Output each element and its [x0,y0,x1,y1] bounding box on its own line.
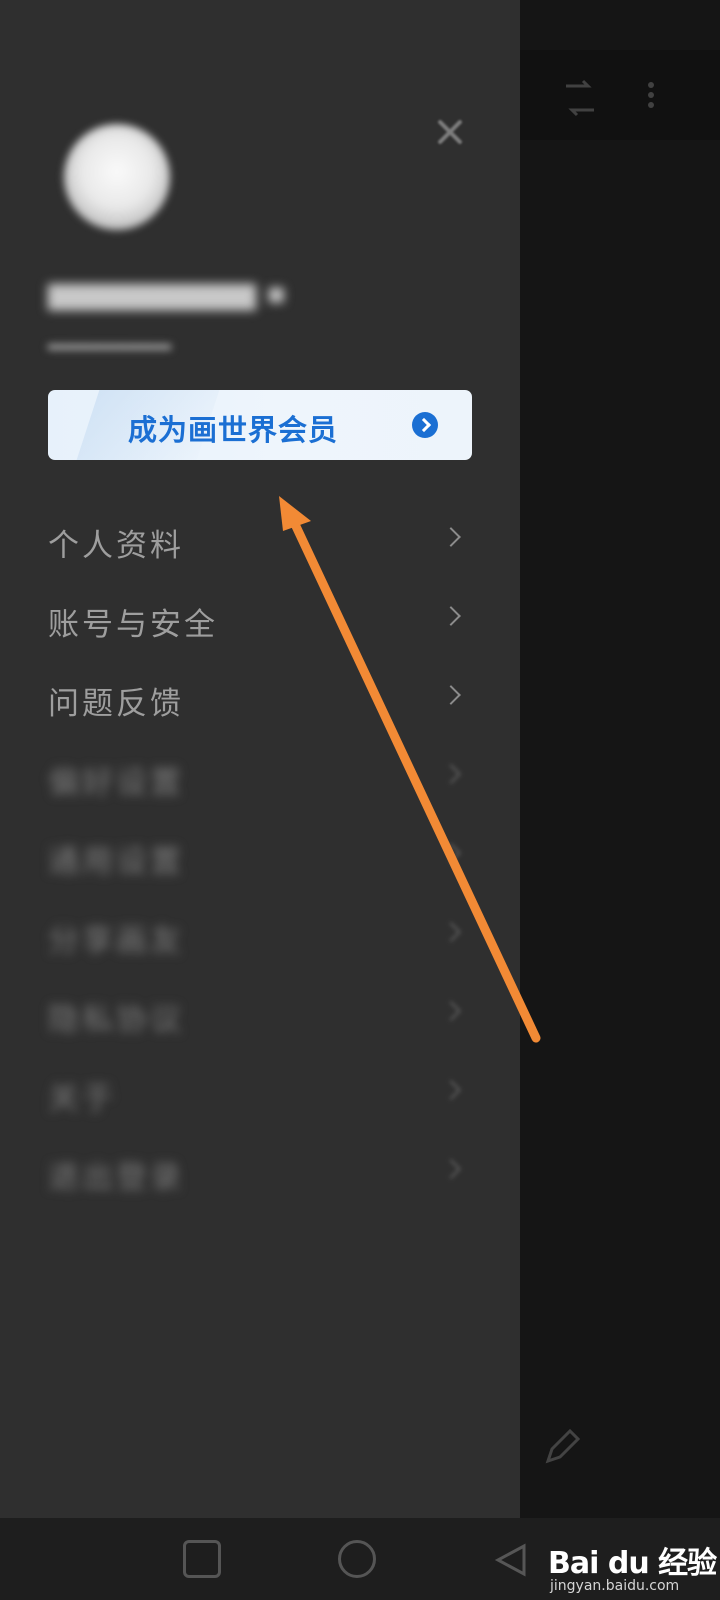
chevron-right-icon [441,764,461,784]
avatar[interactable] [64,124,170,230]
home-icon[interactable] [338,1540,376,1578]
menu-item-about[interactable]: 关于 [0,1063,520,1123]
chevron-right-icon [441,685,461,705]
menu-item-label: 账号与安全 [48,607,218,643]
swap-icon[interactable] [560,78,600,118]
user-id: ▂▂▂▂▂▂▂▂ [48,326,172,350]
membership-banner[interactable]: 成为画世界会员 [48,390,472,460]
menu-item-privacy[interactable]: 隐私协议 [0,984,520,1044]
chevron-right-icon [441,606,461,626]
menu-item-feedback[interactable]: 问题反馈 [0,668,520,728]
chevron-right-icon [441,1001,461,1021]
menu-item-label: 退出登录 [48,1160,184,1196]
chevron-right-icon [441,1159,461,1179]
dimmed-content-area[interactable] [520,0,720,1518]
edit-icon[interactable] [540,1425,584,1469]
menu-item-label: 个人资料 [48,528,184,564]
menu-item-label: 关于 [48,1081,116,1117]
watermark-url: jingyan.baidu.com [550,1578,680,1594]
chevron-right-icon [441,922,461,942]
menu-item-logout[interactable]: 退出登录 [0,1142,520,1202]
menu-item-label: 问题反馈 [48,686,184,722]
baidu-jingyan-watermark: Bai du 经验 jingyan.baidu.com [548,1534,720,1598]
close-icon[interactable] [432,114,468,150]
back-icon[interactable] [492,1540,532,1580]
chevron-right-circle-icon [412,412,438,438]
dimmed-toolbar [520,50,720,140]
menu-item-share[interactable]: 分享画友 [0,905,520,965]
menu-item-profile[interactable]: 个人资料 [0,510,520,570]
menu-item-label: 隐私协议 [48,1002,184,1038]
membership-label: 成为画世界会员 [128,413,339,447]
username: ▆▆▆▆▆▆▆▆▆ ▪ [48,276,287,311]
menu-item-label: 通用设置 [48,844,184,880]
more-icon[interactable] [645,78,657,118]
recent-apps-icon[interactable] [183,1540,221,1578]
menu-item-general-settings[interactable]: 通用设置 [0,826,520,886]
watermark-main: Bai du 经验 [548,1546,717,1581]
menu-item-label: 分享画友 [48,923,184,959]
side-drawer: ▆▆▆▆▆▆▆▆▆ ▪ ▂▂▂▂▂▂▂▂ 成为画世界会员 个人资料 账号与安全 … [0,0,520,1518]
chevron-right-icon [441,527,461,547]
app-screen: ▂▂▂ ▪ ▪ ▪▪▪ ▮ ▆▆▆▆▆▆▆▆▆ ▪ ▂▂▂▂▂▂▂▂ 成为画世界… [0,0,720,1600]
chevron-right-icon [441,1080,461,1100]
menu-item-label: 偏好设置 [48,765,184,801]
menu-item-preferences[interactable]: 偏好设置 [0,747,520,807]
menu-item-account-security[interactable]: 账号与安全 [0,589,520,649]
chevron-right-icon [441,843,461,863]
